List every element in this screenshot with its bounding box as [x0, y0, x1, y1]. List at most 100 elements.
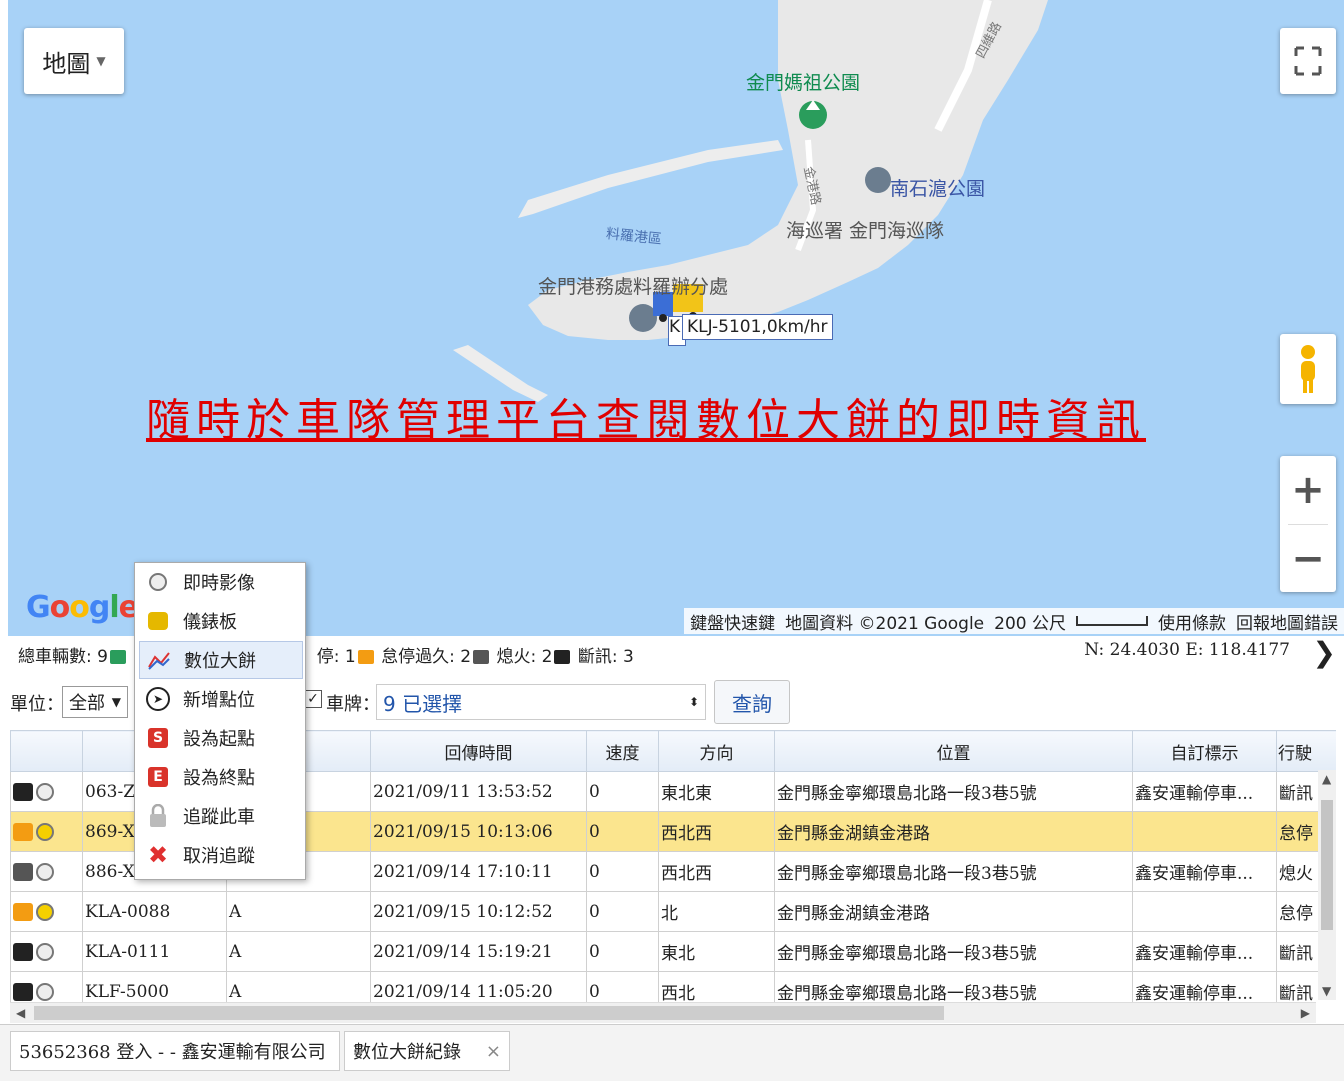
menu-item-label: 即時影像 — [183, 573, 255, 594]
cell-tag: 鑫安運輸停車... — [1132, 851, 1277, 892]
plate-multiselect[interactable]: 9 已選擇 ⬍ — [376, 684, 706, 720]
bottom-tab-bar: 53652368 登入 - - 鑫安運輸有限公司 數位大餅紀錄 × — [0, 1024, 1344, 1081]
menu-item-set-start[interactable]: S 設為起點 — [135, 719, 305, 757]
terms-link[interactable]: 使用條款 — [1158, 609, 1226, 634]
close-icon: ✖ — [147, 841, 169, 869]
menu-item-label: 設為起點 — [183, 729, 255, 750]
vertical-scroll-thumb[interactable] — [1321, 800, 1333, 930]
fullscreen-button[interactable] — [1280, 28, 1336, 94]
truck-orange-icon — [357, 650, 374, 664]
keyboard-shortcuts-link[interactable]: 鍵盤快速鍵 — [690, 609, 775, 634]
col-header-icons[interactable] — [10, 730, 83, 772]
truck-icon[interactable] — [13, 982, 33, 1001]
map-attribution: 鍵盤快速鍵 地圖資料 ©2021 Google 200 公尺 使用條款 回報地圖… — [684, 608, 1344, 634]
cell-group: A — [226, 931, 371, 972]
fullscreen-icon — [1294, 46, 1322, 76]
camera-icon[interactable] — [36, 902, 54, 921]
engine-off-count: 熄火: 2 — [496, 647, 553, 667]
status-counts: 總車輛數: 9 停: 1 怠停過久: 2 熄火: 2 斷訊: 3 — [18, 642, 634, 667]
col-header-location[interactable]: 位置 — [774, 730, 1133, 772]
menu-item-label: 新增點位 — [183, 690, 255, 711]
truck-icon[interactable] — [13, 822, 33, 841]
menu-item-dashboard[interactable]: 儀錶板 — [135, 602, 305, 640]
truck-gray-icon — [473, 650, 490, 664]
cell-time: 2021/09/14 17:10:11 — [370, 851, 587, 892]
col-header-tag[interactable]: 自訂標示 — [1132, 730, 1277, 772]
truck-black-icon — [554, 650, 571, 664]
col-header-direction[interactable]: 方向 — [658, 730, 775, 772]
close-tab-icon[interactable]: × — [486, 1041, 501, 1062]
menu-item-label: 儀錶板 — [183, 612, 237, 633]
menu-item-add-point[interactable]: ➤ 新增點位 — [135, 680, 305, 718]
cell-location: 金門縣金寧鄉環島北路一段3巷5號 — [774, 931, 1133, 972]
vehicle-tooltip[interactable]: KLJ-5101,0km/hr — [682, 314, 833, 340]
vehicle-context-menu: 即時影像 儀錶板 數位大餅 ➤ 新增點位 S 設為起點 E 設為終點 追蹤此車 … — [134, 562, 306, 880]
map-label-coast-guard: 海巡署 金門海巡隊 — [786, 220, 945, 242]
menu-item-set-end[interactable]: E 設為終點 — [135, 758, 305, 796]
col-header-state[interactable]: 行駛 — [1276, 730, 1336, 772]
cell-location: 金門縣金湖鎮金港路 — [774, 891, 1133, 932]
col-header-speed[interactable]: 速度 — [586, 730, 659, 772]
plate-select-value: 9 已選擇 — [383, 691, 463, 716]
cell-direction: 東北東 — [658, 771, 775, 812]
truck-icon[interactable] — [13, 902, 33, 921]
unit-select[interactable]: 全部 ▼ — [62, 686, 128, 718]
cell-time: 2021/09/15 10:13:06 — [370, 811, 587, 852]
street-view-button[interactable] — [1280, 334, 1336, 404]
map-type-dropdown[interactable]: 地圖 ▼ — [24, 28, 124, 94]
login-info-tab: 53652368 登入 - - 鑫安運輸有限公司 — [10, 1031, 340, 1071]
vertical-scrollbar[interactable]: ▲ ▼ — [1318, 770, 1336, 1000]
col-header-time[interactable]: 回傳時間 — [370, 730, 587, 772]
scroll-down-icon[interactable]: ▼ — [1322, 984, 1331, 998]
map-label-mazu-park: 金門媽祖公園 — [746, 72, 861, 94]
cell-location: 金門縣金湖鎮金港路 — [774, 811, 1133, 852]
cell-speed: 0 — [586, 771, 659, 812]
cell-speed: 0 — [586, 931, 659, 972]
menu-item-track[interactable]: 追蹤此車 — [135, 797, 305, 835]
menu-item-cancel-track[interactable]: ✖ 取消追蹤 — [135, 836, 305, 874]
menu-item-label: 取消追蹤 — [183, 846, 255, 867]
menu-item-digital-pie[interactable]: 數位大餅 — [139, 641, 303, 679]
camera-icon[interactable] — [36, 822, 54, 841]
cell-time: 2021/09/14 11:05:20 — [370, 971, 587, 1002]
map-label-port-office: 金門港務處料羅辦分處 — [538, 276, 729, 298]
scroll-right-icon[interactable]: ▶ — [1301, 1006, 1310, 1020]
table-row[interactable]: KLA-0111 A 2021/09/14 15:19:21 0 東北 金門縣金… — [10, 931, 1336, 972]
long-stop-count: 怠停過久: 2 — [381, 647, 472, 667]
truck-icon[interactable] — [13, 862, 33, 881]
truck-icon[interactable] — [13, 782, 33, 801]
coordinates-readout: N: 24.4030 E: 118.4177 — [1084, 640, 1290, 660]
lock-icon — [145, 803, 171, 829]
checkbox[interactable]: ✓ — [304, 690, 322, 708]
disconnected-count: 斷訊: 3 — [577, 647, 634, 667]
table-row[interactable]: KLF-5000 A 2021/09/14 11:05:20 0 西北 金門縣金… — [10, 971, 1336, 1002]
cell-tag: 鑫安運輸停車... — [1132, 771, 1277, 812]
camera-icon[interactable] — [36, 982, 54, 1001]
horizontal-scrollbar[interactable]: ◀ ▶ — [10, 1002, 1316, 1023]
camera-icon[interactable] — [36, 862, 54, 881]
table-row[interactable]: KLA-0088 A 2021/09/15 10:12:52 0 北 金門縣金湖… — [10, 891, 1336, 932]
camera-icon — [145, 569, 171, 595]
zoom-out-button[interactable]: − — [1280, 525, 1336, 593]
report-error-link[interactable]: 回報地圖錯誤 — [1236, 609, 1338, 634]
horizontal-scroll-thumb[interactable] — [34, 1006, 944, 1020]
cell-time: 2021/09/14 15:19:21 — [370, 931, 587, 972]
zoom-in-button[interactable]: + — [1280, 456, 1336, 524]
scale-text[interactable]: 200 公尺 — [994, 609, 1066, 634]
scroll-up-icon[interactable]: ▲ — [1322, 772, 1331, 786]
menu-item-live-video[interactable]: 即時影像 — [135, 563, 305, 601]
scale-bar — [1076, 616, 1148, 626]
truck-icon[interactable] — [13, 942, 33, 961]
cell-speed: 0 — [586, 851, 659, 892]
camera-icon[interactable] — [36, 782, 54, 801]
chevron-right-icon[interactable]: ❯ — [1313, 636, 1336, 669]
pegman-icon — [1301, 345, 1315, 393]
camera-icon[interactable] — [36, 942, 54, 961]
truck-green-icon — [109, 650, 126, 664]
query-button[interactable]: 查詢 — [714, 680, 790, 724]
tab-label: 數位大餅紀錄 — [353, 1042, 461, 1063]
scroll-left-icon[interactable]: ◀ — [16, 1006, 25, 1020]
tab-digital-pie-record[interactable]: 數位大餅紀錄 × — [344, 1031, 510, 1071]
map-view[interactable]: 地圖 ▼ + − 金門媽祖公園 南石滬公園 海巡署 金門海巡隊 料羅港區 金門港… — [8, 0, 1344, 636]
stopped-count: 停: 1 — [316, 647, 356, 667]
